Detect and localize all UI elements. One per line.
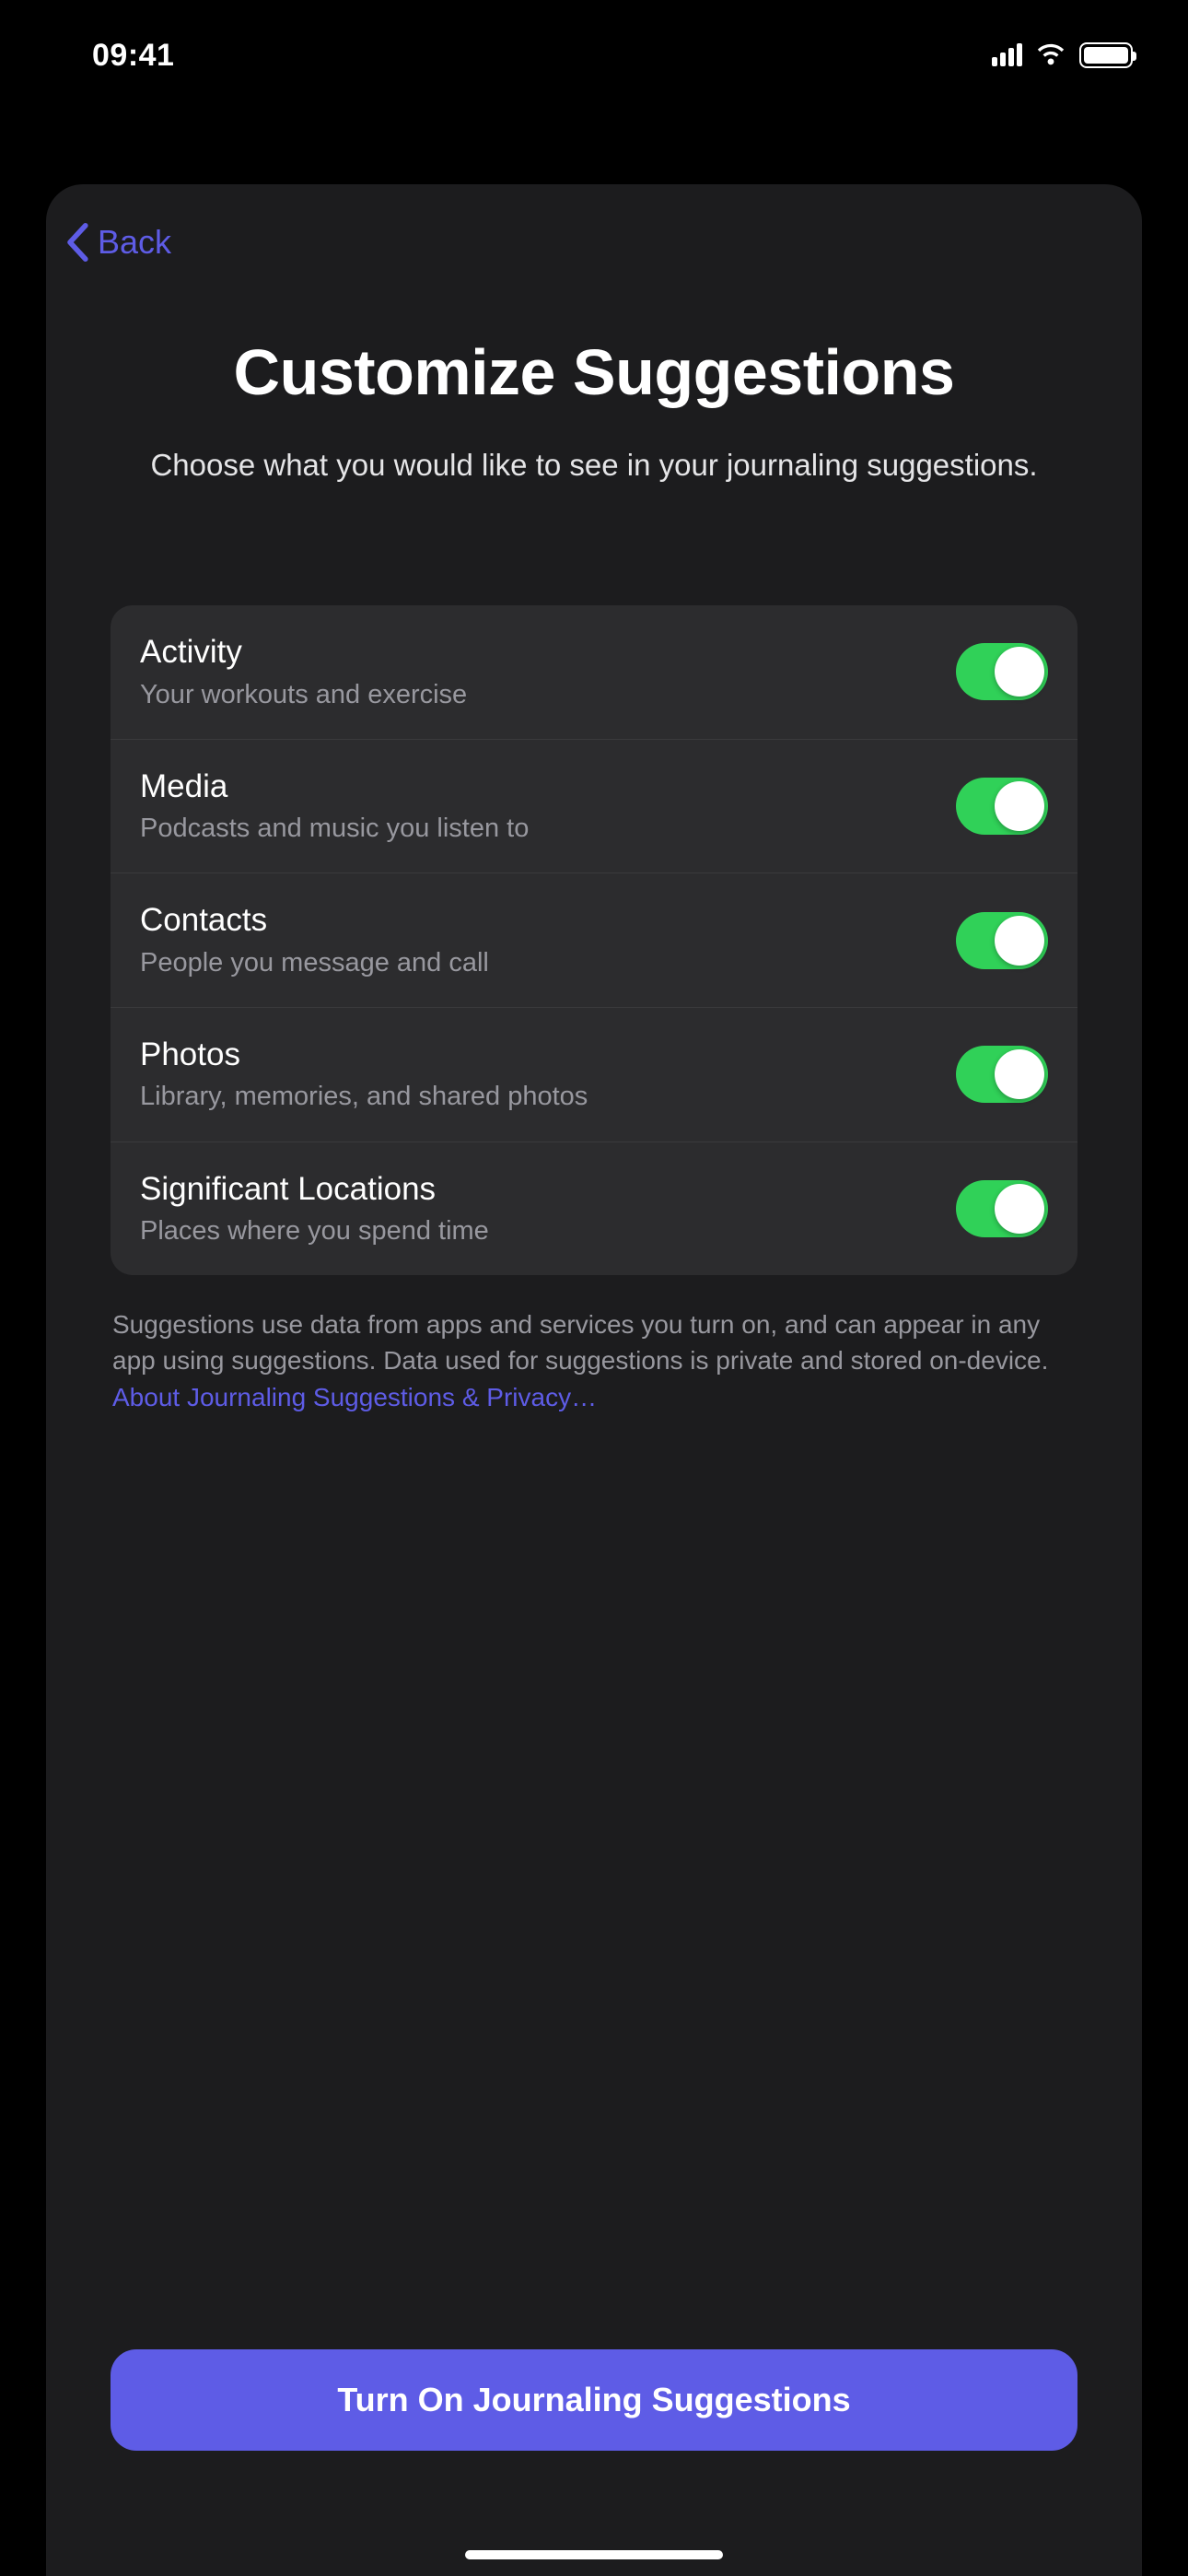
status-time: 09:41 (92, 38, 174, 74)
status-icons (992, 41, 1133, 70)
status-bar: 09:41 (0, 0, 1188, 111)
option-significant-locations: Significant Locations Places where you s… (111, 1142, 1077, 1276)
option-subtitle: Your workouts and exercise (140, 677, 938, 713)
battery-icon (1079, 42, 1133, 68)
option-title: Photos (140, 1034, 938, 1076)
cellular-icon (992, 44, 1022, 66)
nav-bar: Back (46, 184, 1142, 271)
page-subtitle: Choose what you would like to see in you… (111, 445, 1077, 486)
option-subtitle: Library, memories, and shared photos (140, 1079, 938, 1115)
content: Customize Suggestions Choose what you wo… (46, 271, 1142, 2576)
footer-note: Suggestions use data from apps and servi… (111, 1306, 1077, 1415)
option-title: Media (140, 766, 938, 808)
option-text: Activity Your workouts and exercise (140, 631, 956, 713)
back-button[interactable]: Back (64, 223, 171, 262)
option-text: Photos Library, memories, and shared pho… (140, 1034, 956, 1116)
switch-knob (995, 781, 1044, 831)
option-title: Activity (140, 631, 938, 673)
toggle-significant-locations[interactable] (956, 1180, 1048, 1237)
page-title: Customize Suggestions (111, 335, 1077, 410)
toggle-activity[interactable] (956, 643, 1048, 700)
footer-text: Suggestions use data from apps and servi… (112, 1310, 1048, 1375)
option-text: Contacts People you message and call (140, 899, 956, 981)
switch-knob (995, 1049, 1044, 1099)
option-title: Contacts (140, 899, 938, 942)
option-media: Media Podcasts and music you listen to (111, 740, 1077, 874)
turn-on-button[interactable]: Turn On Journaling Suggestions (111, 2349, 1077, 2451)
option-photos: Photos Library, memories, and shared pho… (111, 1008, 1077, 1142)
home-indicator[interactable] (465, 2550, 723, 2559)
options-list: Activity Your workouts and exercise Medi… (111, 605, 1077, 1275)
toggle-media[interactable] (956, 778, 1048, 835)
privacy-link[interactable]: About Journaling Suggestions & Privacy… (112, 1383, 597, 1411)
back-label: Back (98, 223, 171, 262)
switch-knob (995, 916, 1044, 966)
sheet: Back Customize Suggestions Choose what y… (46, 184, 1142, 2576)
option-subtitle: Podcasts and music you listen to (140, 811, 938, 847)
option-text: Significant Locations Places where you s… (140, 1168, 956, 1250)
chevron-left-icon (64, 223, 88, 262)
option-subtitle: Places where you spend time (140, 1213, 938, 1249)
option-title: Significant Locations (140, 1168, 938, 1211)
option-activity: Activity Your workouts and exercise (111, 605, 1077, 740)
option-contacts: Contacts People you message and call (111, 873, 1077, 1008)
option-subtitle: People you message and call (140, 945, 938, 981)
wifi-icon (1035, 41, 1066, 70)
option-text: Media Podcasts and music you listen to (140, 766, 956, 848)
switch-knob (995, 647, 1044, 697)
toggle-contacts[interactable] (956, 912, 1048, 969)
toggle-photos[interactable] (956, 1046, 1048, 1103)
switch-knob (995, 1184, 1044, 1234)
